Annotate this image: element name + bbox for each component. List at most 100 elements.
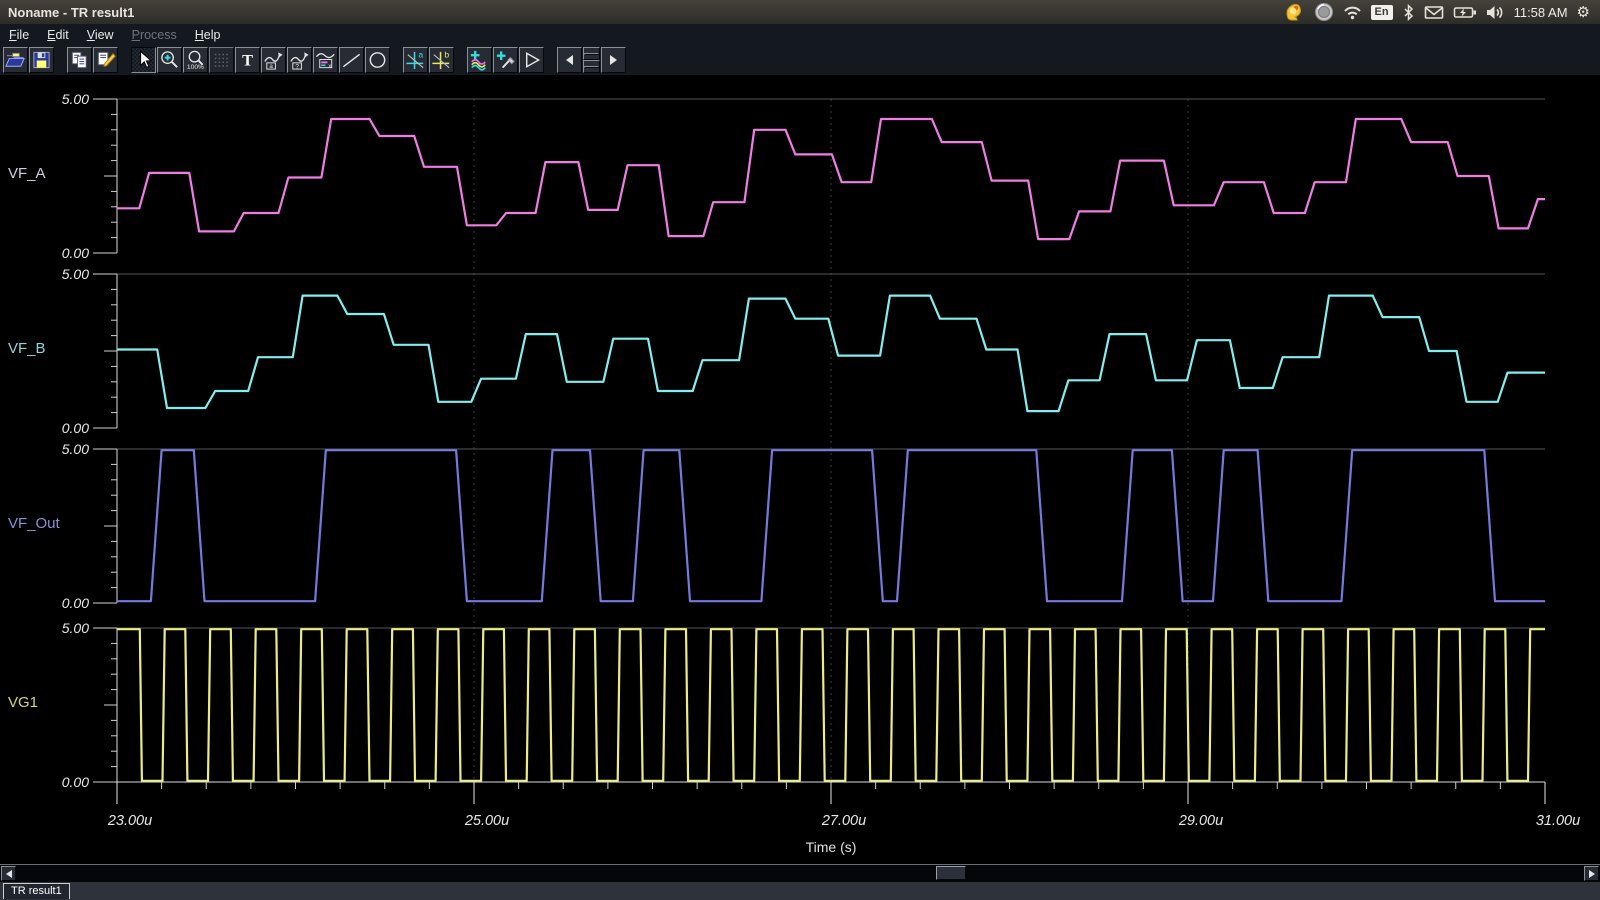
curve-arrow-a-icon: a [262,49,285,71]
save-button[interactable] [29,47,54,73]
pick-curve-button[interactable] [493,47,518,73]
titlebar[interactable]: Noname - TR result1 En11:58 AM⚙ [0,0,1600,25]
y-min-label-VF_Out: 0.00 [62,595,89,611]
cursor-a-button[interactable]: a [403,47,428,73]
toolbar: 100% Ta? x a b [0,45,1600,76]
svg-text:a: a [269,63,273,70]
y-max-label-VG1: 5.00 [62,620,89,636]
menu-item-file[interactable]: File [0,26,38,44]
flag-icon [520,49,543,71]
spin-down-button[interactable] [583,60,600,73]
time-axis: 23.00u25.00u27.00u29.00u31.00uTime (s) [107,782,1580,855]
y-min-label-VF_A: 0.00 [62,245,89,261]
result-tab-bar: TR result1 [0,882,1600,900]
legend-button[interactable]: x [313,47,338,73]
cursor-icon [132,49,155,71]
curve-arrow-q-icon: ? [288,49,311,71]
wifi-icon[interactable] [1343,5,1362,20]
svg-text:100%: 100% [187,64,204,71]
annotate-curve-a-button[interactable]: a [261,47,286,73]
cursor-a-icon: a [404,49,427,71]
menu-item-process: Process [123,26,186,44]
dashed-gridlines [474,99,1188,782]
notifications-icon[interactable] [1314,2,1334,22]
mail-icon[interactable] [1424,5,1444,20]
arrow-left-icon [566,55,573,65]
add-curve-button[interactable] [467,47,492,73]
bluetooth-icon[interactable] [1402,4,1415,21]
save-icon [30,49,53,71]
open-button[interactable] [3,47,28,73]
svg-text:T: T [242,52,253,70]
menu-item-view[interactable]: View [78,26,123,44]
copy-icon [68,49,91,71]
spin-up-button[interactable] [583,47,600,60]
signal-label-VG1: VG1 [8,694,38,711]
scroll-right-button[interactable] [1584,866,1599,881]
signal-label-VF_Out: VF_Out [8,515,61,532]
marker-button[interactable] [519,47,544,73]
add-curve-icon [468,49,491,71]
grid-button [209,47,234,73]
system-tray: En 11:58 AM ⚙ [1283,0,1600,24]
text-icon: T [236,49,259,71]
panel-axis-VF_A: 5.00 0.00 VF_A [8,91,1545,261]
menu-item-edit[interactable]: Edit [38,26,78,44]
paste-pencil-icon [94,49,117,71]
tray-clock[interactable]: 11:58 AM [1514,5,1568,20]
arrow-right-icon [1589,870,1595,878]
svg-text:a: a [418,50,423,60]
tab-tr-result1[interactable]: TR result1 [3,883,70,899]
x-tick-label-23.00u: 23.00u [107,813,152,829]
text-button[interactable]: T [235,47,260,73]
volume-icon[interactable] [1486,5,1505,20]
zoom-in-button[interactable] [157,47,182,73]
y-min-label-VF_B: 0.00 [62,420,89,436]
panel-axis-VF_B: 5.000.00VF_B [8,266,1545,436]
scroll-left-button[interactable] [1,866,16,881]
pipette-icon [494,49,517,71]
messaging-app-icon[interactable] [1283,2,1305,22]
scrollbar-thumb[interactable] [936,866,966,880]
x-tick-label-25.00u: 25.00u [464,813,509,829]
curve-legend-icon: x [314,49,337,71]
battery-icon[interactable] [1453,5,1477,20]
trace-VF_A [117,119,1545,239]
ellipse-icon [366,49,389,71]
export-button[interactable] [93,47,118,73]
panel-axis-VF_Out: 5.00 0.00 VF_Out [8,441,1545,611]
x-tick-label-27.00u: 27.00u [821,813,866,829]
zoom-in-icon [158,49,181,71]
waveform-chart-area[interactable]: 5.000.00VF_A5.000.00VF_B5.000.00VF_Out5.… [0,76,1600,864]
cursor-b-button[interactable]: b [429,47,454,73]
annotate-curve-q-button[interactable]: ? [287,47,312,73]
svg-text:x: x [328,64,331,70]
menubar: FileEditViewProcessHelp [0,24,1600,46]
menu-item-help[interactable]: Help [186,26,230,44]
copy-button[interactable] [67,47,92,73]
keyboard-layout-badge[interactable]: En [1371,5,1393,20]
nav-left-button[interactable] [557,47,582,73]
nav-updown-spinner [583,47,600,73]
arrow-down-icon [584,66,599,68]
grid-icon [210,49,233,71]
horizontal-scrollbar[interactable] [0,864,1600,882]
draw-line-button[interactable] [339,47,364,73]
y-max-label-VF_A: 5.00 [62,91,89,107]
zoom-100-button[interactable]: 100% [183,47,208,73]
nav-right-button[interactable] [601,47,626,73]
signal-label-VF_A: VF_A [8,165,46,182]
waveform-plot: 5.000.00VF_A5.000.00VF_B5.000.00VF_Out5.… [0,76,1600,864]
power-gear-icon[interactable]: ⚙ [1577,5,1590,20]
draw-ellipse-button[interactable] [365,47,390,73]
svg-text:b: b [444,50,449,60]
y-max-label-VF_Out: 5.00 [62,441,89,457]
y-max-label-VF_B: 5.00 [62,266,89,282]
select-cursor-button[interactable] [131,47,156,73]
cursor-b-icon: b [430,49,453,71]
x-tick-label-29.00u: 29.00u [1178,813,1223,829]
svg-text:?: ? [295,64,299,71]
folder-open-icon [4,49,27,71]
x-tick-label-31.00u: 31.00u [1536,813,1580,829]
arrow-right-icon [610,55,617,65]
